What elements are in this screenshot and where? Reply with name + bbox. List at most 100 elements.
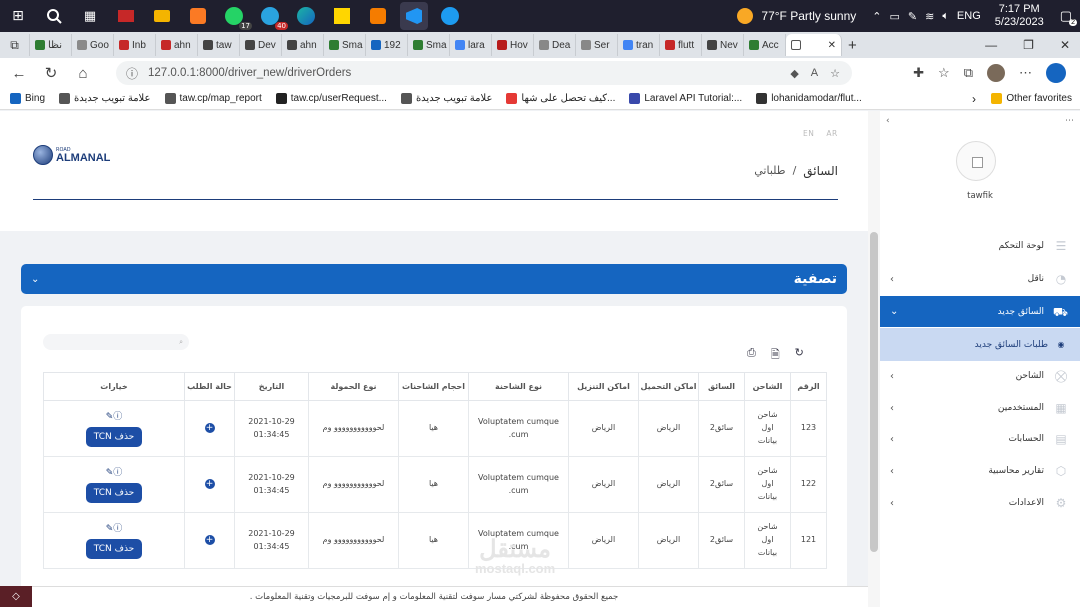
tab-item[interactable]: Inb (114, 34, 156, 56)
print-icon[interactable]: ⎙ (747, 346, 756, 365)
info-icon[interactable]: ⓘ (113, 524, 122, 534)
extensions-icon[interactable]: ✚ (913, 65, 924, 81)
tab-item[interactable]: Hov (492, 34, 534, 56)
whatsapp-icon[interactable]: 17 (220, 2, 252, 30)
more-icon[interactable]: ⋯ (1019, 65, 1032, 81)
tab-item[interactable]: ahn (282, 34, 324, 56)
avatar[interactable] (956, 141, 996, 181)
app-icon[interactable] (112, 2, 140, 30)
tab-item[interactable]: Sma (324, 34, 366, 56)
minimize-icon[interactable]: — (985, 38, 997, 52)
new-tab-icon[interactable]: + (848, 37, 857, 54)
delete-tcn-button[interactable]: حذف TCN (85, 483, 143, 504)
profile-avatar[interactable] (987, 64, 1005, 82)
weather-text[interactable]: 77°F Partly sunny (761, 9, 856, 23)
task-view-icon[interactable]: ▦ (76, 2, 104, 30)
battery-icon[interactable]: ▭ (889, 10, 899, 23)
tab-active[interactable]: ✕ (786, 34, 842, 56)
column-header[interactable]: السائق (698, 372, 745, 401)
table-row[interactable]: 122 شاحن اول بيانات سائق2 الرياض الرياض Volup… (43, 456, 827, 513)
tab-item[interactable]: flutt (660, 34, 702, 56)
vscode-icon[interactable] (400, 2, 428, 30)
edge-icon[interactable] (292, 2, 320, 30)
home-icon[interactable]: ⌂ (70, 65, 96, 82)
tab-item[interactable]: نظا (30, 34, 72, 56)
info-icon[interactable]: ⓘ (126, 65, 138, 82)
tab-item[interactable]: Sma (408, 34, 450, 56)
bookmark-item[interactable]: taw.cp/userRequest... (275, 93, 387, 104)
bing-icon[interactable] (1046, 63, 1066, 83)
scrollbar-thumb[interactable] (870, 232, 878, 552)
bookmark-item[interactable]: Laravel API Tutorial:... (629, 93, 742, 104)
column-header[interactable]: خيارات (43, 372, 185, 401)
bookmark-item[interactable]: علامة تبويب جديدة (400, 93, 492, 104)
filter-panel-toggle[interactable]: ⌄ تصفية (21, 264, 847, 294)
windows-start-icon[interactable]: ⊞ (4, 2, 32, 30)
twitter-icon[interactable] (436, 2, 464, 30)
breadcrumb-root[interactable]: السائق (803, 164, 838, 178)
add-status-icon[interactable]: + (204, 535, 215, 546)
reload-icon[interactable]: ↻ (795, 346, 804, 365)
sidebar-item[interactable]: ◔ ناقل › (880, 264, 1080, 294)
wifi-icon[interactable]: ≋ (925, 10, 934, 23)
close-tab-icon[interactable]: ✕ (828, 40, 836, 51)
collapse-icon[interactable]: ‹ (886, 116, 890, 126)
sidebar-menu-icon[interactable]: ⋯ (1065, 116, 1074, 126)
tab-item[interactable]: ahn (156, 34, 198, 56)
sidebar-item[interactable]: ▤ الحسابات › (880, 424, 1080, 454)
logo[interactable]: ROAD ALMANAL (33, 145, 110, 165)
favorites-icon[interactable]: ☆ (938, 65, 950, 81)
app-corner-icon[interactable]: ◇ (0, 586, 32, 607)
lang-ar[interactable]: AR (826, 129, 837, 138)
sidebar-item[interactable]: ⬡ تقارير محاسبية › (880, 456, 1080, 486)
column-header[interactable]: الرقم (790, 372, 827, 401)
column-header[interactable]: اماكن التنزيل (568, 372, 639, 401)
column-header[interactable]: حالة الطلب (184, 372, 235, 401)
tab-item[interactable]: Dea (534, 34, 576, 56)
column-header[interactable]: التاريخ (234, 372, 309, 401)
notification-icon[interactable]: ▢ 2 (1060, 8, 1077, 26)
search-icon[interactable] (40, 2, 68, 30)
url-field[interactable]: ⓘ 127.0.0.1:8000/driver_new/driverOrders… (116, 61, 852, 85)
sidebar-item[interactable]: ⚙ الاعدادات › (880, 488, 1080, 518)
office-icon[interactable] (364, 2, 392, 30)
column-header[interactable]: نوع الحمولة (308, 372, 399, 401)
pen-icon[interactable]: ✎ (908, 10, 917, 23)
tab-item[interactable]: Acc (744, 34, 786, 56)
tab-item[interactable]: lara (450, 34, 492, 56)
column-header[interactable]: اماكن التحميل (638, 372, 699, 401)
bookmark-item[interactable]: Bing (10, 93, 45, 104)
chevron-right-icon[interactable]: › (972, 92, 976, 106)
lang-en[interactable]: EN (803, 129, 814, 138)
delete-tcn-button[interactable]: حذف TCN (85, 427, 143, 448)
tab-item[interactable]: Nev (702, 34, 744, 56)
read-aloud-icon[interactable]: A (811, 67, 818, 80)
bookmark-item[interactable]: taw.cp/map_report (164, 93, 262, 104)
favorite-add-icon[interactable]: ☆ (830, 67, 840, 80)
tab-actions-icon[interactable]: ⧉ (0, 34, 30, 56)
add-status-icon[interactable]: + (204, 479, 215, 490)
weather-icon[interactable] (737, 8, 754, 24)
column-header[interactable]: الشاحن (744, 372, 791, 401)
sidebar-item[interactable]: ◉ طلبات السائق جديد (880, 328, 1080, 361)
table-row[interactable]: 123 شاحن اول بيانات سائق2 الرياض الرياض Volup… (43, 400, 827, 457)
sticky-notes-icon[interactable] (328, 2, 356, 30)
sidebar-item[interactable]: ▦ المستخدمين › (880, 393, 1080, 423)
tab-item[interactable]: taw (198, 34, 240, 56)
bookmark-item[interactable]: lohanidamodar/flut... (756, 93, 862, 104)
file-explorer-icon[interactable] (148, 2, 176, 30)
tab-item[interactable]: Goo (72, 34, 114, 56)
language-indicator[interactable]: ENG (957, 10, 981, 22)
tab-item[interactable]: tran (618, 34, 660, 56)
telegram-icon[interactable]: 40 (256, 2, 288, 30)
sidebar-item[interactable]: ⛒ الشاحن › (880, 361, 1080, 391)
chevron-up-icon[interactable]: ⌃ (872, 10, 881, 23)
tab-item[interactable]: Dev (240, 34, 282, 56)
sidebar-item[interactable]: ☰ لوحة التحكم (880, 231, 1080, 261)
delete-tcn-button[interactable]: حذف TCN (85, 539, 143, 560)
add-status-icon[interactable]: + (204, 423, 215, 434)
tab-item[interactable]: Ser (576, 34, 618, 56)
tag-icon[interactable]: ◆ (790, 67, 798, 80)
clock[interactable]: 7:17 PM 5/23/2023 (995, 3, 1044, 29)
sidebar-item[interactable]: ⛟ السائق جديد ⌄ (880, 296, 1080, 327)
